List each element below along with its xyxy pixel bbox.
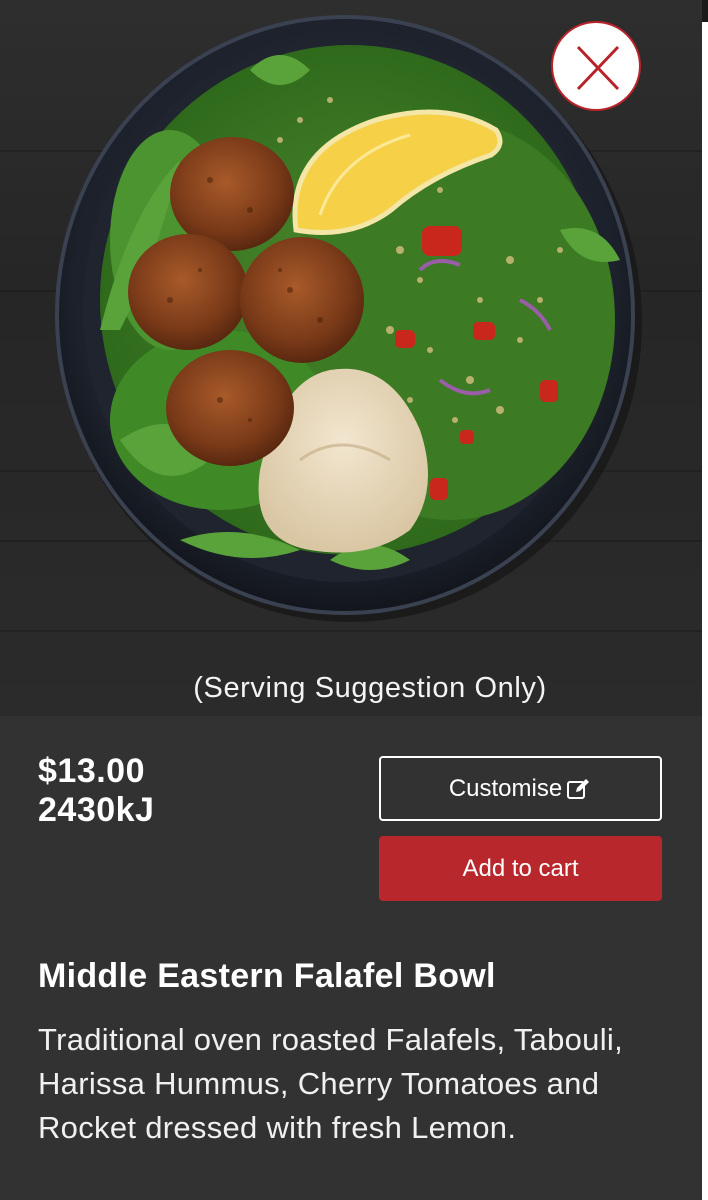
scroll-edge (702, 0, 708, 1200)
customise-button[interactable]: Customise (379, 756, 662, 821)
edge-marker (702, 0, 708, 22)
customise-label: Customise (448, 774, 563, 802)
add-to-cart-button[interactable]: Add to cart (379, 836, 662, 901)
product-modal: (Serving Suggestion Only) $13.00 2430kJ … (0, 0, 702, 1200)
product-energy: 2430kJ (38, 791, 155, 829)
product-name: Middle Eastern Falafel Bowl (38, 957, 496, 995)
close-button[interactable] (551, 21, 641, 111)
serving-suggestion-caption: (Serving Suggestion Only) (193, 672, 547, 704)
product-price: $13.00 (38, 752, 145, 790)
add-to-cart-label: Add to cart (462, 854, 579, 882)
close-icon (576, 45, 620, 91)
edit-icon (567, 778, 590, 799)
product-description: Traditional oven roasted Falafels, Tabou… (38, 1022, 624, 1145)
